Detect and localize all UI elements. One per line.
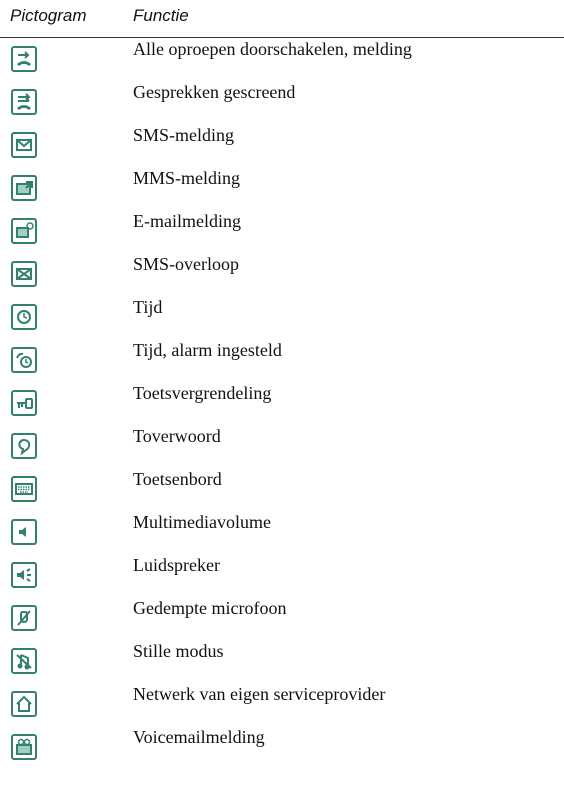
table-row: Multimediavolume bbox=[0, 511, 564, 554]
mic-muted-icon bbox=[11, 605, 37, 631]
table-row: E-mailmelding bbox=[0, 210, 564, 253]
row-label: Tijd bbox=[133, 297, 163, 317]
table-header: Pictogram Functie bbox=[0, 0, 564, 36]
table-row: SMS-melding bbox=[0, 124, 564, 167]
voicemail-icon bbox=[11, 734, 37, 760]
row-label: Toetsvergrendeling bbox=[133, 383, 272, 403]
silent-mode-icon bbox=[11, 648, 37, 674]
row-label: Toetsenbord bbox=[133, 469, 222, 489]
table-row: Toverwoord bbox=[0, 425, 564, 468]
row-label: Multimediavolume bbox=[133, 512, 271, 532]
table-row: Tijd bbox=[0, 296, 564, 339]
keyboard-icon bbox=[11, 476, 37, 502]
sms-overflow-icon bbox=[11, 261, 37, 287]
call-screened-icon bbox=[11, 89, 37, 115]
volume-icon bbox=[11, 519, 37, 545]
clock-icon bbox=[11, 304, 37, 330]
home-network-icon bbox=[11, 691, 37, 717]
row-label: Gesprekken gescreend bbox=[133, 82, 296, 102]
row-label: SMS-overloop bbox=[133, 254, 240, 274]
row-label: Alle oproepen doorschakelen, melding bbox=[133, 39, 412, 59]
table-row: MMS-melding bbox=[0, 167, 564, 210]
column-header-function: Functie bbox=[133, 6, 189, 25]
sms-icon bbox=[11, 132, 37, 158]
table-row: Gedempte microfoon bbox=[0, 597, 564, 640]
table-row: Netwerk van eigen serviceprovider bbox=[0, 683, 564, 726]
row-label: Tijd, alarm ingesteld bbox=[133, 340, 282, 360]
keylock-icon bbox=[11, 390, 37, 416]
icon-table: Alle oproepen doorschakelen, melding Gesp… bbox=[0, 38, 564, 769]
row-label: Toverwoord bbox=[133, 426, 221, 446]
mms-icon bbox=[11, 175, 37, 201]
column-header-pictogram: Pictogram bbox=[10, 6, 87, 25]
alarm-clock-icon bbox=[11, 347, 37, 373]
row-label: SMS-melding bbox=[133, 125, 235, 145]
row-label: Netwerk van eigen serviceprovider bbox=[133, 684, 386, 704]
table-row: Voicemailmelding bbox=[0, 726, 564, 769]
row-label: Stille modus bbox=[133, 641, 224, 661]
call-forward-icon bbox=[11, 46, 37, 72]
table-row: Toetsenbord bbox=[0, 468, 564, 511]
email-icon bbox=[11, 218, 37, 244]
table-row: SMS-overloop bbox=[0, 253, 564, 296]
row-label: Voicemailmelding bbox=[133, 727, 265, 747]
table-row: Stille modus bbox=[0, 640, 564, 683]
row-label: MMS-melding bbox=[133, 168, 241, 188]
row-label: Gedempte microfoon bbox=[133, 598, 287, 618]
magic-word-icon bbox=[11, 433, 37, 459]
table-row: Luidspreker bbox=[0, 554, 564, 597]
table-row: Gesprekken gescreend bbox=[0, 81, 564, 124]
speaker-icon bbox=[11, 562, 37, 588]
table-row: Toetsvergrendeling bbox=[0, 382, 564, 425]
row-label: Luidspreker bbox=[133, 555, 220, 575]
table-row: Alle oproepen doorschakelen, melding bbox=[0, 38, 564, 81]
table-row: Tijd, alarm ingesteld bbox=[0, 339, 564, 382]
row-label: E-mailmelding bbox=[133, 211, 241, 231]
